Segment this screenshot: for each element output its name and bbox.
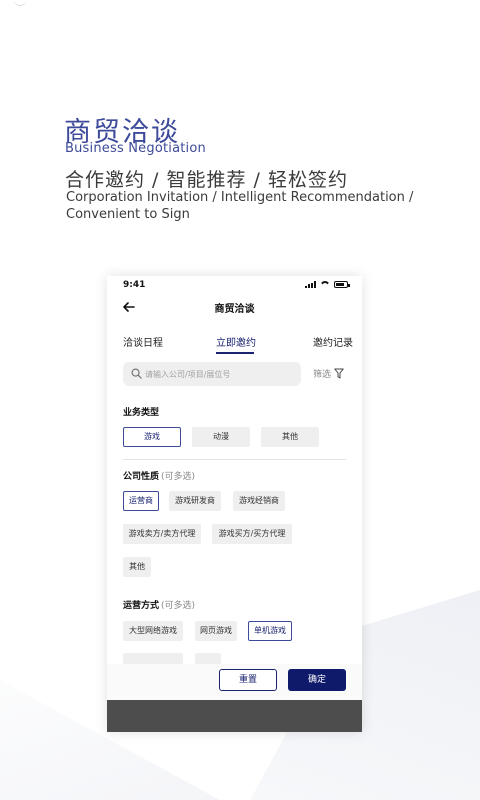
status-time: 9:41: [123, 280, 146, 290]
operation-mode-label: 运营方式: [123, 601, 160, 611]
search-box: [123, 362, 301, 386]
nav-title: 商贸洽谈: [214, 304, 255, 315]
tab-invite-records[interactable]: 邀约记录: [313, 334, 353, 349]
signal-icon: [305, 281, 316, 288]
action-footer: 重置 确定: [107, 664, 362, 700]
nav-bar: 商贸洽谈: [107, 296, 362, 320]
business-type-title: 业务类型: [123, 408, 160, 418]
operation-mode-title: 运营方式 (可多选): [123, 598, 195, 611]
chip-company-developer[interactable]: 游戏研发商: [169, 491, 221, 511]
section-divider: [123, 459, 346, 460]
bottom-bar: [107, 700, 362, 732]
status-bar: 9:41: [107, 276, 362, 294]
chip-business-game[interactable]: 游戏: [123, 427, 181, 447]
chip-mode-standalone[interactable]: 单机游戏: [248, 621, 292, 641]
chip-company-buyer[interactable]: 游戏买方/买方代理: [212, 524, 292, 544]
status-icons: [305, 281, 350, 288]
operation-mode-hint: (可多选): [161, 601, 196, 611]
filter-icon: [334, 368, 344, 379]
chip-mode-mmo[interactable]: 大型网络游戏: [123, 621, 183, 641]
company-nature-label: 公司性质: [123, 472, 160, 482]
company-nature-title: 公司性质 (可多选): [123, 469, 195, 482]
chip-business-anime[interactable]: 动漫: [192, 427, 250, 447]
chip-company-seller[interactable]: 游戏卖方/卖方代理: [123, 524, 201, 544]
phone-mockup: 9:41 商贸洽谈 洽谈日程 立即邀约 邀约记录 筛选: [107, 276, 362, 732]
tab-schedule[interactable]: 洽谈日程: [123, 334, 163, 349]
corner-decoration: [14, 0, 26, 6]
chip-company-operator[interactable]: 运营商: [123, 491, 159, 511]
search-icon: [131, 368, 142, 379]
features-en: Corporation Invitation / Intelligent Rec…: [66, 190, 414, 222]
chip-company-other[interactable]: 其他: [123, 557, 151, 577]
hero-title-en: Business Negotiation: [65, 141, 206, 156]
wifi-icon: [320, 281, 330, 288]
tab-bar: 洽谈日程 立即邀约 邀约记录: [107, 326, 362, 354]
confirm-button[interactable]: 确定: [288, 669, 346, 691]
battery-icon: [334, 281, 350, 288]
chip-company-distributor[interactable]: 游戏经销商: [233, 491, 285, 511]
filter-label: 筛选: [313, 370, 332, 380]
search-row: 筛选: [123, 362, 353, 386]
chip-business-other[interactable]: 其他: [261, 427, 319, 447]
search-input[interactable]: [145, 366, 295, 382]
filter-button[interactable]: 筛选: [313, 367, 344, 380]
chip-mode-web[interactable]: 网页游戏: [195, 621, 237, 641]
reset-button[interactable]: 重置: [219, 669, 277, 691]
features-cn: 合作邀约 / 智能推荐 / 轻松签约: [65, 169, 348, 191]
tab-invite-now[interactable]: 立即邀约: [216, 334, 256, 349]
company-nature-hint: (可多选): [161, 472, 196, 482]
active-tab-indicator: [216, 352, 254, 354]
